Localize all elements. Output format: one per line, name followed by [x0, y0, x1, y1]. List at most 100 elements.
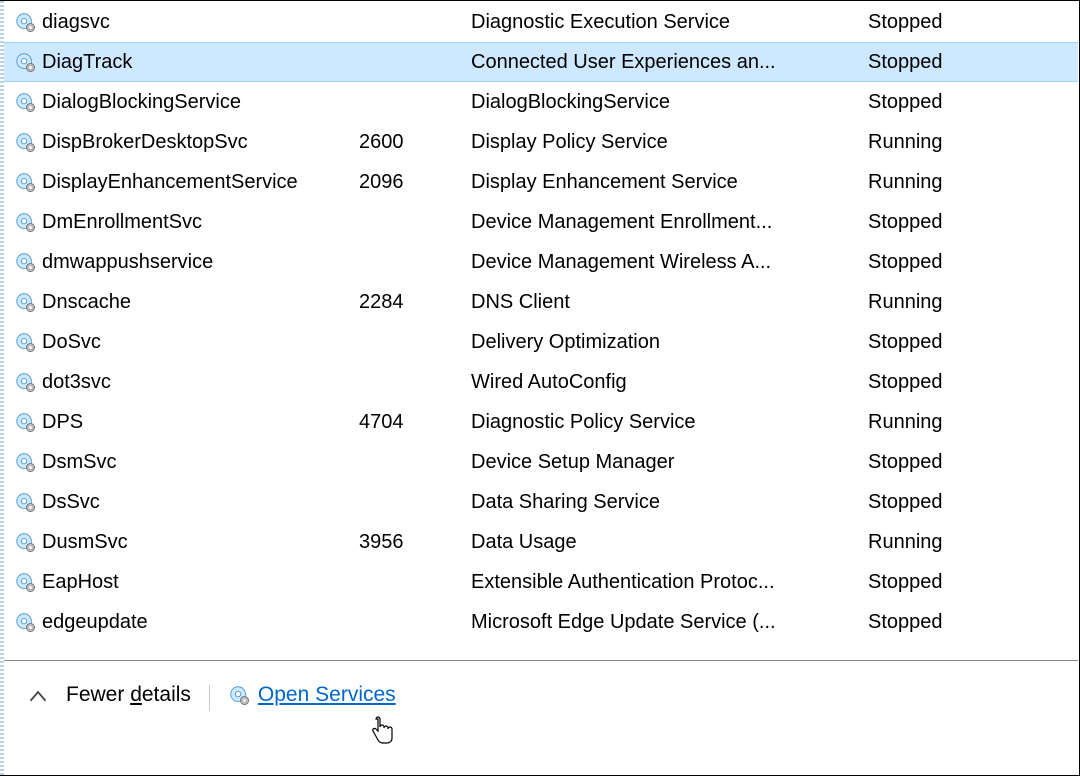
cell-status: Stopped	[868, 571, 1078, 594]
cell-pid: 3956	[359, 531, 469, 554]
table-row[interactable]: DoSvc Delivery OptimizationStopped	[4, 322, 1078, 362]
cell-description: Diagnostic Policy Service	[469, 411, 868, 434]
cell-description: Device Management Wireless A...	[469, 251, 868, 274]
table-row[interactable]: edgeupdate Microsoft Edge Update Service …	[4, 602, 1078, 642]
services-table: diagsvcDiagnostic Execution ServiceStopp…	[4, 2, 1078, 642]
fewer-details-pre: Fewer	[66, 683, 130, 706]
service-gear-icon	[228, 684, 250, 706]
cell-status: Running	[868, 171, 1078, 194]
service-name-label: DoSvc	[42, 331, 101, 354]
cell-description: Device Setup Manager	[469, 451, 868, 474]
table-row[interactable]: DsSvcData Sharing ServiceStopped	[4, 482, 1078, 522]
table-row[interactable]: DialogBlockingService DialogBlockingServi…	[4, 82, 1078, 122]
service-name-label: DialogBlockingService	[42, 91, 241, 114]
table-row[interactable]: DisplayEnhancementService2096Display Enh…	[4, 162, 1078, 202]
cell-status: Stopped	[868, 491, 1078, 514]
table-row[interactable]: DusmSvc 3956Data UsageRunning	[4, 522, 1078, 562]
cell-description: Display Policy Service	[469, 131, 868, 154]
cell-pid: 2284	[359, 291, 469, 314]
cell-status: Stopped	[868, 611, 1078, 634]
table-row[interactable]: DiagTrack Connected User Experiences an..…	[4, 42, 1078, 82]
cell-status: Stopped	[868, 331, 1078, 354]
cell-description: Delivery Optimization	[469, 331, 868, 354]
service-gear-icon	[14, 171, 36, 193]
cell-status: Stopped	[868, 371, 1078, 394]
service-gear-icon	[14, 491, 36, 513]
open-services-link[interactable]: Open Services	[228, 683, 396, 707]
cell-name: DispBrokerDesktopSvc	[14, 131, 364, 154]
fewer-details-button[interactable]: Fewer details	[66, 683, 191, 707]
cell-name: DsmSvc	[14, 451, 364, 474]
table-row[interactable]: diagsvc Diagnostic Execution ServiceStopp…	[4, 2, 1078, 42]
cell-description: Microsoft Edge Update Service (...	[469, 611, 868, 634]
fewer-details-post: etails	[142, 683, 191, 706]
footer-bar: Fewer details Open Services	[4, 660, 1078, 774]
cell-status: Stopped	[868, 51, 1078, 74]
open-services-pre: Open	[258, 683, 315, 706]
service-gear-icon	[14, 91, 36, 113]
footer-divider	[209, 685, 210, 711]
cell-name: edgeupdate	[14, 611, 364, 634]
cell-name: DisplayEnhancementService	[14, 171, 364, 194]
service-gear-icon	[14, 611, 36, 633]
cell-description: Data Usage	[469, 531, 868, 554]
table-row[interactable]: DmEnrollmentSvc Device Management Enrollm…	[4, 202, 1078, 242]
cell-name: diagsvc	[14, 11, 364, 34]
service-gear-icon	[14, 571, 36, 593]
cell-name: dmwappushservice	[14, 251, 364, 274]
cell-name: DsSvc	[14, 491, 364, 514]
table-row[interactable]: DsmSvc Device Setup ManagerStopped	[4, 442, 1078, 482]
cell-description: Device Management Enrollment...	[469, 211, 868, 234]
cell-status: Running	[868, 131, 1078, 154]
cell-description: Display Enhancement Service	[469, 171, 868, 194]
cell-description: Extensible Authentication Protoc...	[469, 571, 868, 594]
cell-status: Running	[868, 531, 1078, 554]
cell-status: Stopped	[868, 91, 1078, 114]
cell-name: DoSvc	[14, 331, 364, 354]
cell-description: Wired AutoConfig	[469, 371, 868, 394]
fewer-details-accel: d	[130, 683, 142, 706]
cell-description: DNS Client	[469, 291, 868, 314]
collapse-chevron-icon[interactable]	[28, 687, 48, 707]
cell-description: Diagnostic Execution Service	[469, 11, 868, 34]
service-name-label: DiagTrack	[42, 51, 132, 74]
cell-status: Stopped	[868, 251, 1078, 274]
service-name-label: DispBrokerDesktopSvc	[42, 131, 248, 154]
table-row[interactable]: dot3svc Wired AutoConfigStopped	[4, 362, 1078, 402]
table-row[interactable]: EapHost Extensible Authentication Protoc.…	[4, 562, 1078, 602]
services-panel: diagsvcDiagnostic Execution ServiceStopp…	[0, 0, 1080, 776]
cell-name: Dnscache	[14, 291, 364, 314]
service-name-label: DmEnrollmentSvc	[42, 211, 202, 234]
cell-name: DPS	[14, 411, 364, 434]
service-name-label: DPS	[42, 411, 83, 434]
service-gear-icon	[14, 51, 36, 73]
open-services-accel: S	[315, 683, 329, 706]
service-name-label: EapHost	[42, 571, 119, 594]
service-name-label: DsmSvc	[42, 451, 116, 474]
service-gear-icon	[14, 131, 36, 153]
cell-name: DialogBlockingService	[14, 91, 364, 114]
table-row[interactable]: DispBrokerDesktopSvc 2600Display Policy S…	[4, 122, 1078, 162]
service-name-label: Dnscache	[42, 291, 131, 314]
table-row[interactable]: DPS4704Diagnostic Policy ServiceRunning	[4, 402, 1078, 442]
service-name-label: DsSvc	[42, 491, 100, 514]
cell-name: EapHost	[14, 571, 364, 594]
cell-description: DialogBlockingService	[469, 91, 868, 114]
cell-status: Stopped	[868, 451, 1078, 474]
service-gear-icon	[14, 251, 36, 273]
service-gear-icon	[14, 211, 36, 233]
service-gear-icon	[14, 451, 36, 473]
service-gear-icon	[14, 291, 36, 313]
cell-status: Running	[868, 411, 1078, 434]
cell-status: Stopped	[868, 11, 1078, 34]
cell-name: dot3svc	[14, 371, 364, 394]
table-row[interactable]: Dnscache2284DNS ClientRunning	[4, 282, 1078, 322]
cell-description: Connected User Experiences an...	[469, 51, 868, 74]
service-name-label: diagsvc	[42, 11, 110, 34]
service-name-label: DusmSvc	[42, 531, 128, 554]
table-row[interactable]: dmwappushservice Device Management Wirele…	[4, 242, 1078, 282]
service-gear-icon	[14, 371, 36, 393]
cell-pid: 2600	[359, 131, 469, 154]
open-services-post: ervices	[329, 683, 396, 706]
service-gear-icon	[14, 531, 36, 553]
